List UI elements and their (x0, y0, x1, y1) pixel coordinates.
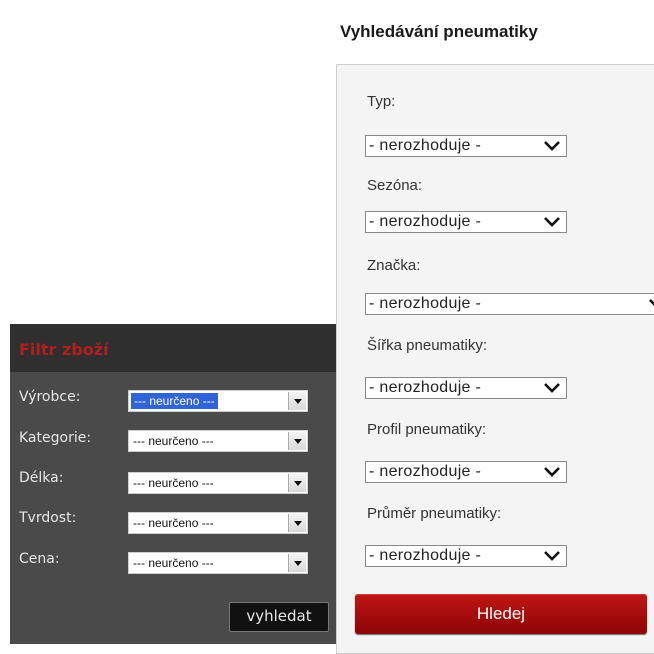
manufacturer-label: Výrobce: (19, 389, 81, 405)
width-select-value: - nerozhoduje - (369, 379, 482, 396)
brand-label: Značka: (367, 257, 421, 274)
price-select[interactable]: --- neurčeno --- (128, 552, 308, 574)
dropdown-arrow-icon[interactable] (288, 392, 306, 410)
filter-title: Filtr zboží (19, 340, 109, 359)
season-select[interactable]: - nerozhoduje - (365, 211, 567, 233)
dropdown-arrow-icon[interactable] (288, 554, 306, 572)
dropdown-arrow-icon[interactable] (288, 432, 306, 450)
filter-search-button[interactable]: vyhledat (229, 602, 329, 632)
diameter-select-value: - nerozhoduje - (369, 547, 482, 564)
profile-select-value: - nerozhoduje - (369, 463, 482, 480)
dropdown-arrow-icon[interactable] (288, 514, 306, 532)
price-label: Cena: (19, 551, 60, 567)
type-label: Typ: (367, 93, 396, 110)
chevron-down-icon (544, 217, 560, 227)
length-select-value: --- neurčeno --- (133, 476, 214, 490)
tyre-search-panel: Typ: - nerozhoduje - Sezóna: - nerozhodu… (336, 64, 654, 654)
hardness-label: Tvrdost: (19, 510, 77, 526)
type-select[interactable]: - nerozhoduje - (365, 135, 567, 157)
brand-select-value: - nerozhoduje - (369, 295, 482, 312)
category-label: Kategorie: (19, 430, 92, 446)
season-label: Sezóna: (367, 177, 423, 194)
length-select[interactable]: --- neurčeno --- (128, 472, 308, 494)
filter-header: Filtr zboží (10, 324, 336, 372)
product-filter-panel: Filtr zboží Výrobce: --- neurčeno --- Ka… (10, 324, 336, 644)
diameter-label: Průměr pneumatiky: (367, 505, 502, 522)
width-select[interactable]: - nerozhoduje - (365, 377, 567, 399)
chevron-down-icon (544, 141, 560, 151)
chevron-down-icon (544, 551, 560, 561)
hardness-select-value: --- neurčeno --- (133, 516, 214, 530)
manufacturer-select-value: --- neurčeno --- (131, 393, 218, 409)
manufacturer-select[interactable]: --- neurčeno --- (128, 390, 308, 412)
width-label: Šířka pneumatiky: (367, 337, 488, 354)
category-select[interactable]: --- neurčeno --- (128, 430, 308, 452)
profile-label: Profil pneumatiky: (367, 421, 487, 438)
dropdown-arrow-icon[interactable] (288, 474, 306, 492)
chevron-down-icon (544, 467, 560, 477)
season-select-value: - nerozhoduje - (369, 213, 482, 230)
diameter-select[interactable]: - nerozhoduje - (365, 545, 567, 567)
tyre-search-title: Vyhledávání pneumatiky (340, 22, 538, 41)
length-label: Délka: (19, 470, 64, 486)
category-select-value: --- neurčeno --- (133, 434, 214, 448)
chevron-down-icon (649, 299, 654, 306)
search-button[interactable]: Hledej (355, 594, 647, 634)
profile-select[interactable]: - nerozhoduje - (365, 461, 567, 483)
chevron-down-icon (544, 383, 560, 393)
brand-select[interactable]: - nerozhoduje - (365, 293, 654, 315)
type-select-value: - nerozhoduje - (369, 137, 482, 154)
hardness-select[interactable]: --- neurčeno --- (128, 512, 308, 534)
price-select-value: --- neurčeno --- (133, 556, 214, 570)
